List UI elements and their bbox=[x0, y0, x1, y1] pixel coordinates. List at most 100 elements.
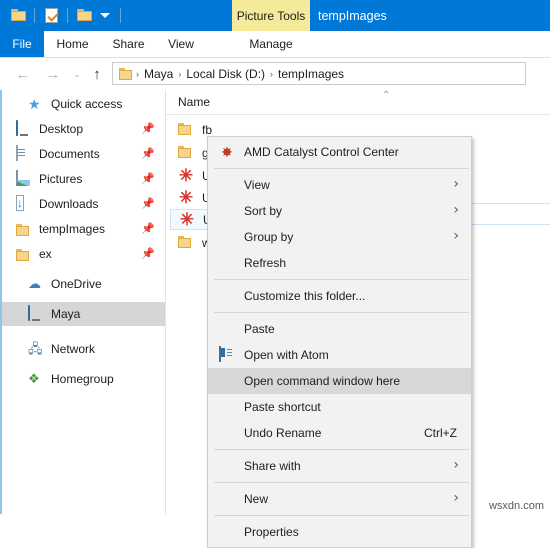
tab-view-label: View bbox=[168, 37, 194, 51]
menu-item-label: AMD Catalyst Control Center bbox=[244, 145, 399, 159]
menu-item-refresh[interactable]: Refresh bbox=[208, 250, 471, 276]
address-bar[interactable]: › Maya › Local Disk (D:) › tempImages bbox=[112, 62, 526, 85]
sidebar-item-label: Maya bbox=[51, 307, 81, 321]
menu-item-sort-by[interactable]: Sort by › bbox=[208, 198, 471, 224]
menu-item-paste-shortcut[interactable]: Paste shortcut bbox=[208, 394, 471, 420]
sidebar-item-network[interactable]: 🖧 Network bbox=[2, 337, 165, 361]
menu-item-customize-this-folder[interactable]: Customize this folder... bbox=[208, 283, 471, 309]
image-file-icon: ✳ bbox=[178, 187, 194, 207]
sidebar-item-label: Pictures bbox=[39, 172, 83, 186]
new-folder-icon bbox=[76, 9, 92, 21]
contextual-tab-picture-tools[interactable]: Picture Tools bbox=[232, 0, 310, 31]
pin-icon[interactable]: 📌 bbox=[141, 124, 155, 135]
menu-item-share-with[interactable]: Share with › bbox=[208, 453, 471, 479]
tab-file-label: File bbox=[12, 37, 32, 51]
chevron-right-icon: › bbox=[453, 490, 459, 506]
sidebar-item-homegroup[interactable]: ❖ Homegroup bbox=[2, 367, 165, 391]
chevron-right-icon: › bbox=[453, 457, 459, 473]
file-name-label: fb bbox=[202, 122, 213, 137]
sidebar-item-ex[interactable]: ex 📌 bbox=[2, 242, 165, 266]
sidebar-item-downloads[interactable]: ↓ Downloads 📌 bbox=[2, 192, 165, 216]
document-icon bbox=[16, 145, 32, 162]
qat-new-folder-button[interactable] bbox=[74, 5, 94, 25]
menu-item-label: Open command window here bbox=[244, 374, 401, 388]
menu-item-label: New bbox=[244, 492, 269, 506]
breadcrumb-item-maya[interactable]: Maya bbox=[140, 67, 177, 81]
menu-item-shortcut: Ctrl+Z bbox=[424, 426, 457, 440]
title-bar: Picture Tools tempImages bbox=[0, 0, 550, 31]
menu-item-open-with-atom[interactable]: Open with Atom bbox=[208, 342, 471, 368]
sidebar-item-label: OneDrive bbox=[51, 277, 102, 291]
forward-button[interactable]: → bbox=[44, 65, 62, 83]
window-title: tempImages bbox=[318, 0, 387, 31]
column-header-row: Name ⌃ bbox=[166, 90, 550, 115]
sidebar-item-label: Documents bbox=[39, 147, 100, 161]
menu-item-group-by[interactable]: Group by › bbox=[208, 224, 471, 250]
breadcrumb-item-tempimages[interactable]: tempImages bbox=[274, 67, 348, 81]
menu-separator bbox=[214, 482, 469, 483]
image-file-icon: ✳ bbox=[179, 209, 195, 229]
sidebar-item-label: Quick access bbox=[51, 97, 123, 111]
sidebar-item-tempimages[interactable]: tempImages 📌 bbox=[2, 217, 165, 241]
cloud-icon: ☁ bbox=[28, 276, 41, 291]
menu-item-paste[interactable]: Paste bbox=[208, 316, 471, 342]
network-icon: 🖧 bbox=[28, 341, 43, 356]
folder-icon bbox=[16, 224, 32, 236]
menu-item-amd-catalyst-control-center[interactable]: ✸ AMD Catalyst Control Center bbox=[208, 139, 471, 165]
menu-item-label: Share with bbox=[244, 459, 301, 473]
qat-properties-button[interactable] bbox=[41, 5, 61, 25]
sidebar-item-desktop[interactable]: Desktop 📌 bbox=[2, 117, 165, 141]
qat-divider-2 bbox=[67, 7, 68, 23]
menu-item-label: Refresh bbox=[244, 256, 287, 270]
breadcrumb-item-local-disk[interactable]: Local Disk (D:) bbox=[182, 67, 269, 81]
menu-item-properties[interactable]: Properties bbox=[208, 519, 471, 545]
customize-qat-caret-icon bbox=[100, 12, 110, 18]
menu-item-undo-rename[interactable]: Undo Rename Ctrl+Z bbox=[208, 420, 471, 446]
navigation-pane: ★ Quick access Desktop 📌 Documents 📌 Pic… bbox=[0, 90, 166, 514]
tab-home[interactable]: Home bbox=[44, 31, 101, 57]
menu-item-label: Undo Rename bbox=[244, 426, 322, 440]
sidebar-item-pictures[interactable]: Pictures 📌 bbox=[2, 167, 165, 191]
sidebar-item-label: Downloads bbox=[39, 197, 99, 211]
sidebar-item-label: Network bbox=[51, 342, 96, 356]
chevron-right-icon: › bbox=[453, 176, 459, 192]
pin-icon[interactable]: 📌 bbox=[141, 249, 155, 260]
contextual-tab-label: Picture Tools bbox=[236, 8, 306, 23]
sidebar-item-quick-access[interactable]: ★ Quick access bbox=[2, 92, 165, 116]
qat-folder-button[interactable] bbox=[8, 5, 28, 25]
tab-view[interactable]: View bbox=[156, 31, 206, 57]
context-menu: ✸ AMD Catalyst Control Center View › Sor… bbox=[207, 136, 472, 548]
menu-item-view[interactable]: View › bbox=[208, 172, 471, 198]
pin-icon[interactable]: 📌 bbox=[141, 149, 155, 160]
recent-locations-button[interactable]: ⌄ bbox=[68, 65, 86, 83]
back-button[interactable]: ← bbox=[14, 65, 32, 83]
tab-home-label: Home bbox=[56, 37, 89, 51]
column-header-name[interactable]: Name bbox=[178, 95, 210, 109]
folder-icon bbox=[178, 235, 194, 252]
chevron-down-icon: ⌄ bbox=[73, 68, 81, 79]
menu-item-label: Properties bbox=[244, 525, 299, 539]
tab-manage[interactable]: Manage bbox=[232, 31, 310, 57]
menu-item-open-command-window-here[interactable]: Open command window here bbox=[208, 368, 471, 394]
menu-item-label: Group by bbox=[244, 230, 294, 244]
tab-file[interactable]: File bbox=[0, 31, 44, 57]
watermark-text: wsxdn.com bbox=[488, 500, 544, 512]
menu-separator bbox=[214, 312, 469, 313]
menu-separator bbox=[214, 515, 469, 516]
sidebar-item-maya[interactable]: Maya bbox=[2, 302, 165, 326]
tab-manage-label: Manage bbox=[249, 37, 293, 51]
folder-icon bbox=[178, 145, 194, 162]
forward-arrow-icon: → bbox=[45, 65, 61, 83]
atom-icon bbox=[219, 346, 235, 363]
up-button[interactable]: ↑ bbox=[88, 65, 106, 83]
qat-customize-button[interactable] bbox=[94, 5, 114, 25]
sidebar-item-documents[interactable]: Documents 📌 bbox=[2, 142, 165, 166]
menu-item-new[interactable]: New › bbox=[208, 486, 471, 512]
menu-item-label: Customize this folder... bbox=[244, 289, 366, 303]
pin-icon[interactable]: 📌 bbox=[141, 174, 155, 185]
pin-icon[interactable]: 📌 bbox=[141, 199, 155, 210]
sidebar-item-label: Homegroup bbox=[51, 372, 114, 386]
pin-icon[interactable]: 📌 bbox=[141, 224, 155, 235]
tab-share[interactable]: Share bbox=[101, 31, 156, 57]
sidebar-item-onedrive[interactable]: ☁ OneDrive bbox=[2, 272, 165, 296]
